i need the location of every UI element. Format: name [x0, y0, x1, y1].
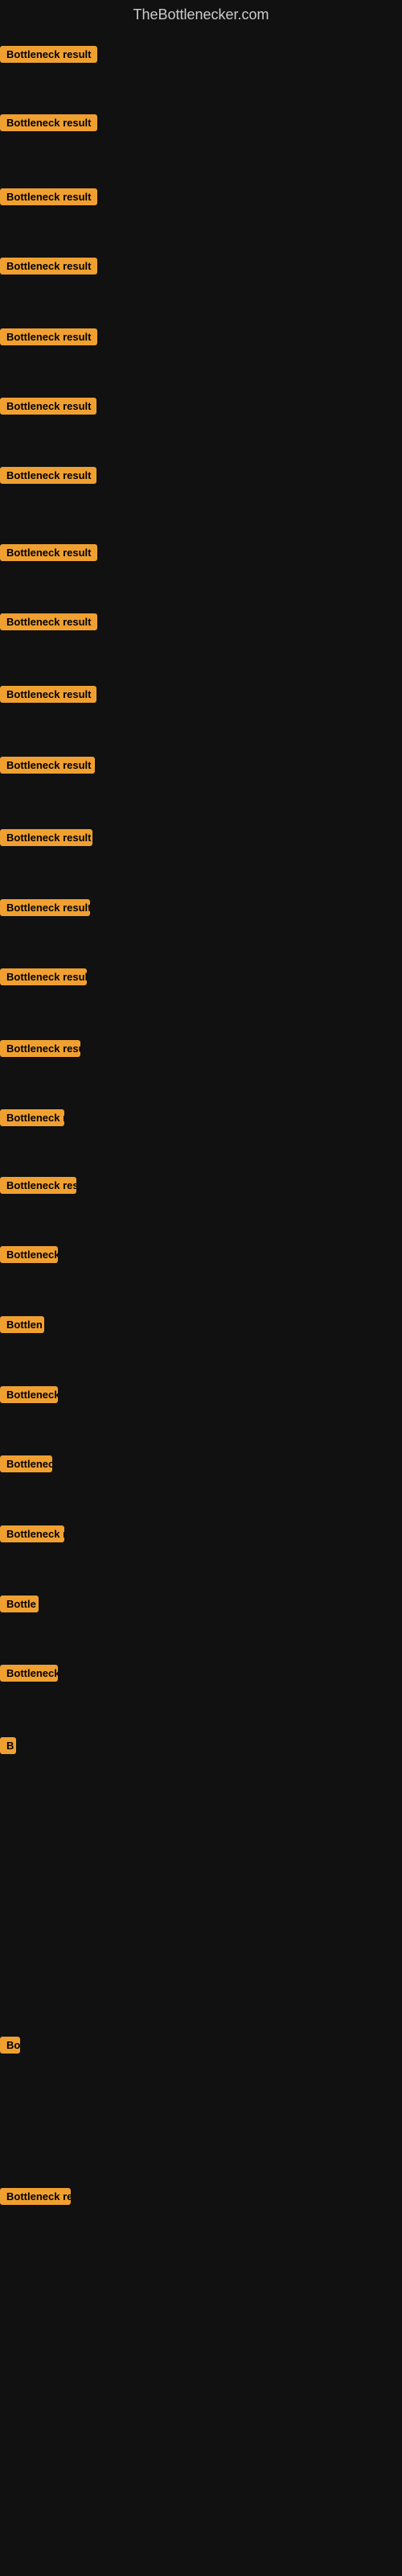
badge-row-7: Bottleneck result: [0, 467, 96, 488]
bottleneck-result-badge[interactable]: Bottleneck r: [0, 1109, 64, 1126]
bottleneck-result-badge[interactable]: Bottleneck result: [0, 46, 97, 63]
bottleneck-result-badge[interactable]: Bottle: [0, 1596, 39, 1612]
badge-row-17: Bottleneck resu: [0, 1177, 76, 1198]
bottleneck-result-badge[interactable]: Bottleneck result: [0, 467, 96, 484]
bottleneck-result-badge[interactable]: Bottlenec: [0, 1455, 52, 1472]
bottleneck-result-badge[interactable]: Bottleneck result: [0, 398, 96, 415]
badge-row-14: Bottleneck result: [0, 968, 87, 989]
badge-row-12: Bottleneck result: [0, 829, 92, 850]
badge-row-1: Bottleneck result: [0, 46, 97, 67]
bottleneck-result-badge[interactable]: Bottleneck: [0, 1386, 58, 1403]
bottleneck-result-badge[interactable]: Bottleneck result: [0, 328, 97, 345]
badge-row-11: Bottleneck result: [0, 757, 95, 778]
badge-row-2: Bottleneck result: [0, 114, 97, 135]
badge-row-22: Bottleneck r: [0, 1525, 64, 1546]
badge-row-10: Bottleneck result: [0, 686, 96, 707]
bottleneck-result-badge[interactable]: Bo: [0, 2037, 20, 2054]
bottleneck-result-badge[interactable]: Bottleneck result: [0, 544, 97, 561]
badge-row-27: Bo: [0, 2037, 20, 2058]
badge-row-19: Bottlen: [0, 1316, 44, 1337]
badge-row-4: Bottleneck result: [0, 258, 97, 279]
badge-row-23: Bottle: [0, 1596, 39, 1616]
site-title: TheBottlenecker.com: [0, 0, 402, 30]
bottleneck-result-badge[interactable]: B: [0, 1737, 16, 1754]
bottleneck-result-badge[interactable]: Bottleneck result: [0, 188, 97, 205]
badge-row-20: Bottleneck: [0, 1386, 58, 1407]
bottleneck-result-badge[interactable]: Bottleneck result: [0, 114, 97, 131]
bottleneck-result-badge[interactable]: Bottleneck result: [0, 258, 97, 275]
bottleneck-result-badge[interactable]: Bottleneck result: [0, 968, 87, 985]
bottleneck-result-badge[interactable]: Bottleneck result: [0, 899, 90, 916]
badge-row-13: Bottleneck result: [0, 899, 90, 920]
badge-row-3: Bottleneck result: [0, 188, 97, 209]
bottleneck-result-badge[interactable]: Bottleneck result: [0, 829, 92, 846]
bottleneck-result-badge[interactable]: Bottlen: [0, 1316, 44, 1333]
bottleneck-result-badge[interactable]: Bottleneck: [0, 1246, 58, 1263]
bottleneck-result-badge[interactable]: Bottleneck resu: [0, 1177, 76, 1194]
bottleneck-result-badge[interactable]: Bottleneck resul: [0, 1040, 80, 1057]
badge-row-18: Bottleneck: [0, 1246, 58, 1267]
badge-row-5: Bottleneck result: [0, 328, 97, 349]
badge-row-21: Bottlenec: [0, 1455, 52, 1476]
badge-row-16: Bottleneck r: [0, 1109, 64, 1130]
badge-row-28: Bottleneck re: [0, 2188, 71, 2209]
bottleneck-result-badge[interactable]: Bottleneck result: [0, 686, 96, 703]
bottleneck-result-badge[interactable]: Bottleneck result: [0, 613, 97, 630]
badge-row-8: Bottleneck result: [0, 544, 97, 565]
bottleneck-result-badge[interactable]: Bottleneck r: [0, 1525, 64, 1542]
bottleneck-result-badge[interactable]: Bottleneck: [0, 1665, 58, 1682]
badge-row-6: Bottleneck result: [0, 398, 96, 419]
badge-row-25: B: [0, 1737, 16, 1758]
bottleneck-result-badge[interactable]: Bottleneck result: [0, 757, 95, 774]
bottleneck-result-badge[interactable]: Bottleneck re: [0, 2188, 71, 2205]
badge-row-9: Bottleneck result: [0, 613, 97, 634]
badge-row-24: Bottleneck: [0, 1665, 58, 1686]
badge-row-15: Bottleneck resul: [0, 1040, 80, 1061]
